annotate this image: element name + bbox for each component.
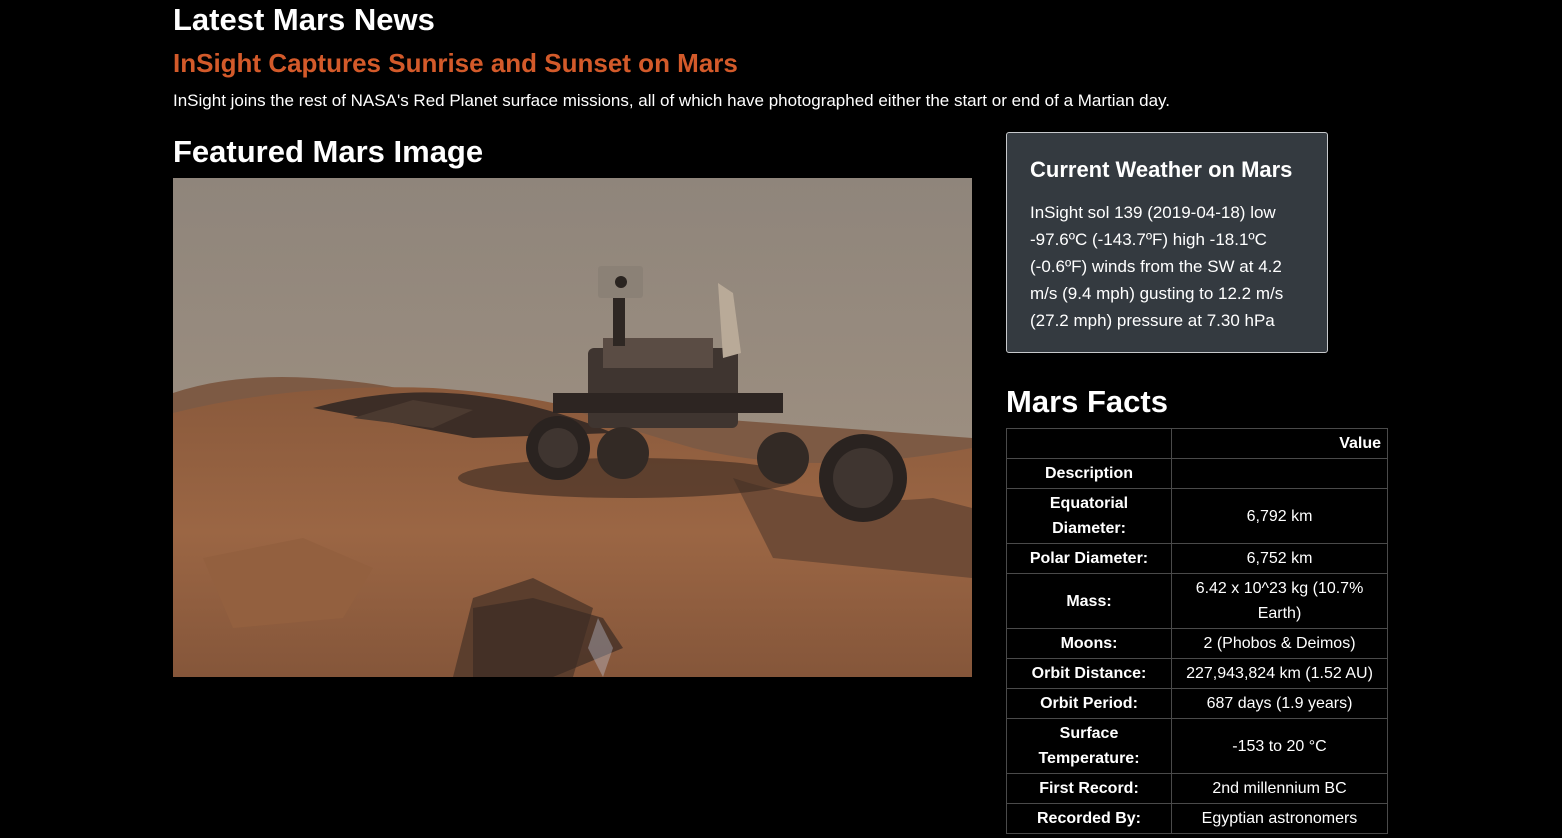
weather-title: Current Weather on Mars [1030, 157, 1293, 182]
fact-value: 6.42 x 10^23 kg (10.7% Earth) [1171, 573, 1388, 629]
facts-description-row: Description [1006, 458, 1388, 489]
table-row: First Record: 2nd millennium BC [1006, 773, 1388, 804]
fact-label: Recorded By: [1006, 803, 1172, 834]
fact-value: 6,792 km [1171, 488, 1388, 544]
mars-rover-image [173, 178, 972, 677]
fact-value: Egyptian astronomers [1171, 803, 1388, 834]
fact-value: 2 (Phobos & Deimos) [1171, 628, 1388, 659]
table-row: Recorded By: Egyptian astronomers [1006, 803, 1388, 834]
fact-label: Surface Temperature: [1006, 718, 1172, 774]
news-teaser: InSight joins the rest of NASA's Red Pla… [173, 91, 1171, 110]
fact-label: Mass: [1006, 573, 1172, 629]
weather-report: InSight sol 139 (2019-04-18) low -97.6ºC… [1030, 203, 1284, 330]
facts-description-empty [1171, 458, 1388, 489]
fact-value: 6,752 km [1171, 543, 1388, 574]
facts-header-row: Value [1006, 428, 1388, 459]
featured-mars-image [173, 178, 972, 677]
fact-value: 2nd millennium BC [1171, 773, 1388, 804]
facts-header-empty [1006, 428, 1172, 459]
page: Latest Mars News InSight Captures Sunris… [0, 0, 1562, 838]
fact-value: 227,943,824 km (1.52 AU) [1171, 658, 1388, 689]
facts-header-value: Value [1171, 428, 1388, 459]
fact-label: Polar Diameter: [1006, 543, 1172, 574]
featured-image-heading: Featured Mars Image [173, 134, 484, 169]
fact-value: -153 to 20 °C [1171, 718, 1388, 774]
fact-label: First Record: [1006, 773, 1172, 804]
table-row: Mass: 6.42 x 10^23 kg (10.7% Earth) [1006, 573, 1388, 629]
fact-value: 687 days (1.9 years) [1171, 688, 1388, 719]
table-row: Orbit Period: 687 days (1.9 years) [1006, 688, 1388, 719]
fact-label: Orbit Period: [1006, 688, 1172, 719]
table-row: Equatorial Diameter: 6,792 km [1006, 488, 1388, 544]
table-row: Moons: 2 (Phobos & Deimos) [1006, 628, 1388, 659]
fact-label: Equatorial Diameter: [1006, 488, 1172, 544]
news-heading: Latest Mars News [173, 2, 435, 37]
facts-heading: Mars Facts [1006, 384, 1168, 419]
fact-label: Orbit Distance: [1006, 658, 1172, 689]
weather-card: Current Weather on Mars InSight sol 139 … [1006, 132, 1328, 353]
table-row: Surface Temperature: -153 to 20 °C [1006, 718, 1388, 774]
table-row: Orbit Distance: 227,943,824 km (1.52 AU) [1006, 658, 1388, 689]
news-title: InSight Captures Sunrise and Sunset on M… [173, 48, 738, 78]
fact-label: Moons: [1006, 628, 1172, 659]
facts-header-description: Description [1006, 458, 1172, 489]
table-row: Polar Diameter: 6,752 km [1006, 543, 1388, 574]
mars-facts-table: Value Description Equatorial Diameter: 6… [1006, 428, 1388, 834]
